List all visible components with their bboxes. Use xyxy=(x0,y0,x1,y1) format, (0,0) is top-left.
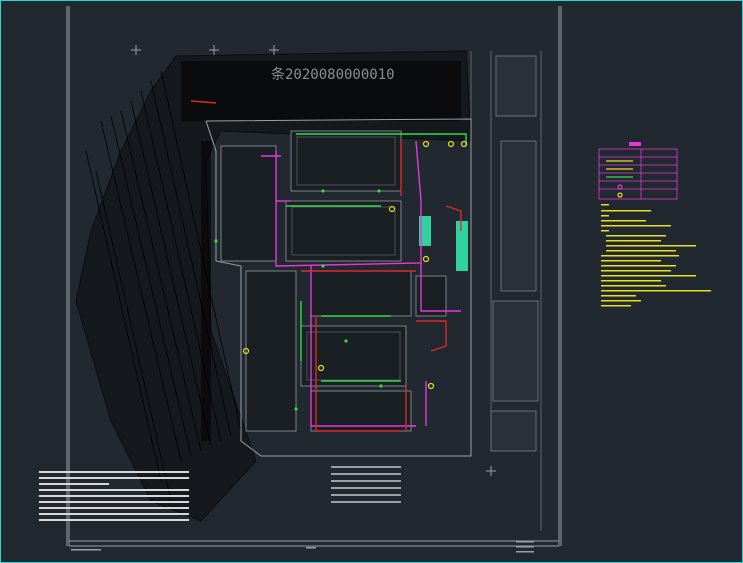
site-plan-drawing xyxy=(39,6,711,553)
notes-block-center xyxy=(331,466,401,503)
plan-title-text: 条2020080000010 xyxy=(271,67,395,83)
cad-viewport[interactable]: 条2020080000010 xyxy=(0,0,743,563)
design-notes xyxy=(601,204,711,307)
legend-table xyxy=(598,148,678,200)
notes-block-left xyxy=(39,471,189,521)
building-blocks xyxy=(220,130,447,432)
legend-header xyxy=(629,142,641,146)
legend-samples xyxy=(606,160,633,198)
right-buildings xyxy=(490,55,539,452)
footer-marks xyxy=(71,541,534,553)
